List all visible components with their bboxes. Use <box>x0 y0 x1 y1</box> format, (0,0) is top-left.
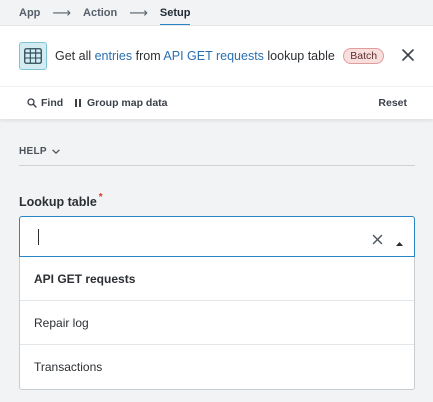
help-toggle[interactable]: HELP <box>19 146 60 157</box>
text-cursor <box>38 229 39 245</box>
title-prefix: Get all <box>55 49 95 63</box>
arrow-right-icon: ⟶ <box>129 4 148 20</box>
arrow-right-icon: ⟶ <box>52 4 72 20</box>
lookup-table-select[interactable] <box>19 216 415 257</box>
close-button[interactable] <box>400 47 416 63</box>
step-title: Get all entries from API GET requests lo… <box>55 48 385 64</box>
title-middle: from <box>132 49 164 63</box>
batch-badge: Batch <box>343 48 385 64</box>
breadcrumb: App ⟶ Action ⟶ Setup <box>0 0 433 26</box>
breadcrumb-action[interactable]: Action <box>83 7 117 19</box>
help-label: HELP <box>19 146 47 157</box>
find-button[interactable]: Find <box>27 97 63 109</box>
option-transactions[interactable]: Transactions <box>20 345 414 389</box>
entries-link[interactable]: entries <box>95 49 133 63</box>
reset-button[interactable]: Reset <box>378 97 407 109</box>
lookup-table-label-text: Lookup table <box>19 195 97 209</box>
lookup-table-options: API GET requests Repair log Transactions <box>19 257 415 390</box>
caret-up-icon <box>396 242 403 246</box>
chevron-down-icon <box>52 149 60 154</box>
dropdown-toggle[interactable] <box>395 234 404 252</box>
option-repair-log[interactable]: Repair log <box>20 301 414 345</box>
breadcrumb-setup[interactable]: Setup <box>159 7 190 26</box>
lookup-table-label: Lookup table * <box>19 192 103 209</box>
find-label: Find <box>41 97 64 109</box>
breadcrumb-app[interactable]: App <box>19 7 40 19</box>
table-icon <box>19 42 47 70</box>
clear-button[interactable] <box>372 232 383 250</box>
reset-label: Reset <box>378 97 407 109</box>
step-header: Get all entries from API GET requests lo… <box>0 25 433 86</box>
close-icon <box>402 49 414 61</box>
toolbar: Find Group map data Reset <box>0 86 433 119</box>
search-icon <box>27 98 37 108</box>
close-icon <box>372 234 383 245</box>
option-api-get-requests[interactable]: API GET requests <box>20 257 414 301</box>
divider <box>19 165 415 166</box>
group-label: Group map data <box>87 97 168 109</box>
table-link[interactable]: API GET requests <box>163 49 264 63</box>
title-suffix: lookup table <box>263 49 335 63</box>
group-map-data-button[interactable]: Group map data <box>74 97 168 109</box>
group-icon <box>75 99 81 107</box>
required-marker: * <box>98 192 103 203</box>
